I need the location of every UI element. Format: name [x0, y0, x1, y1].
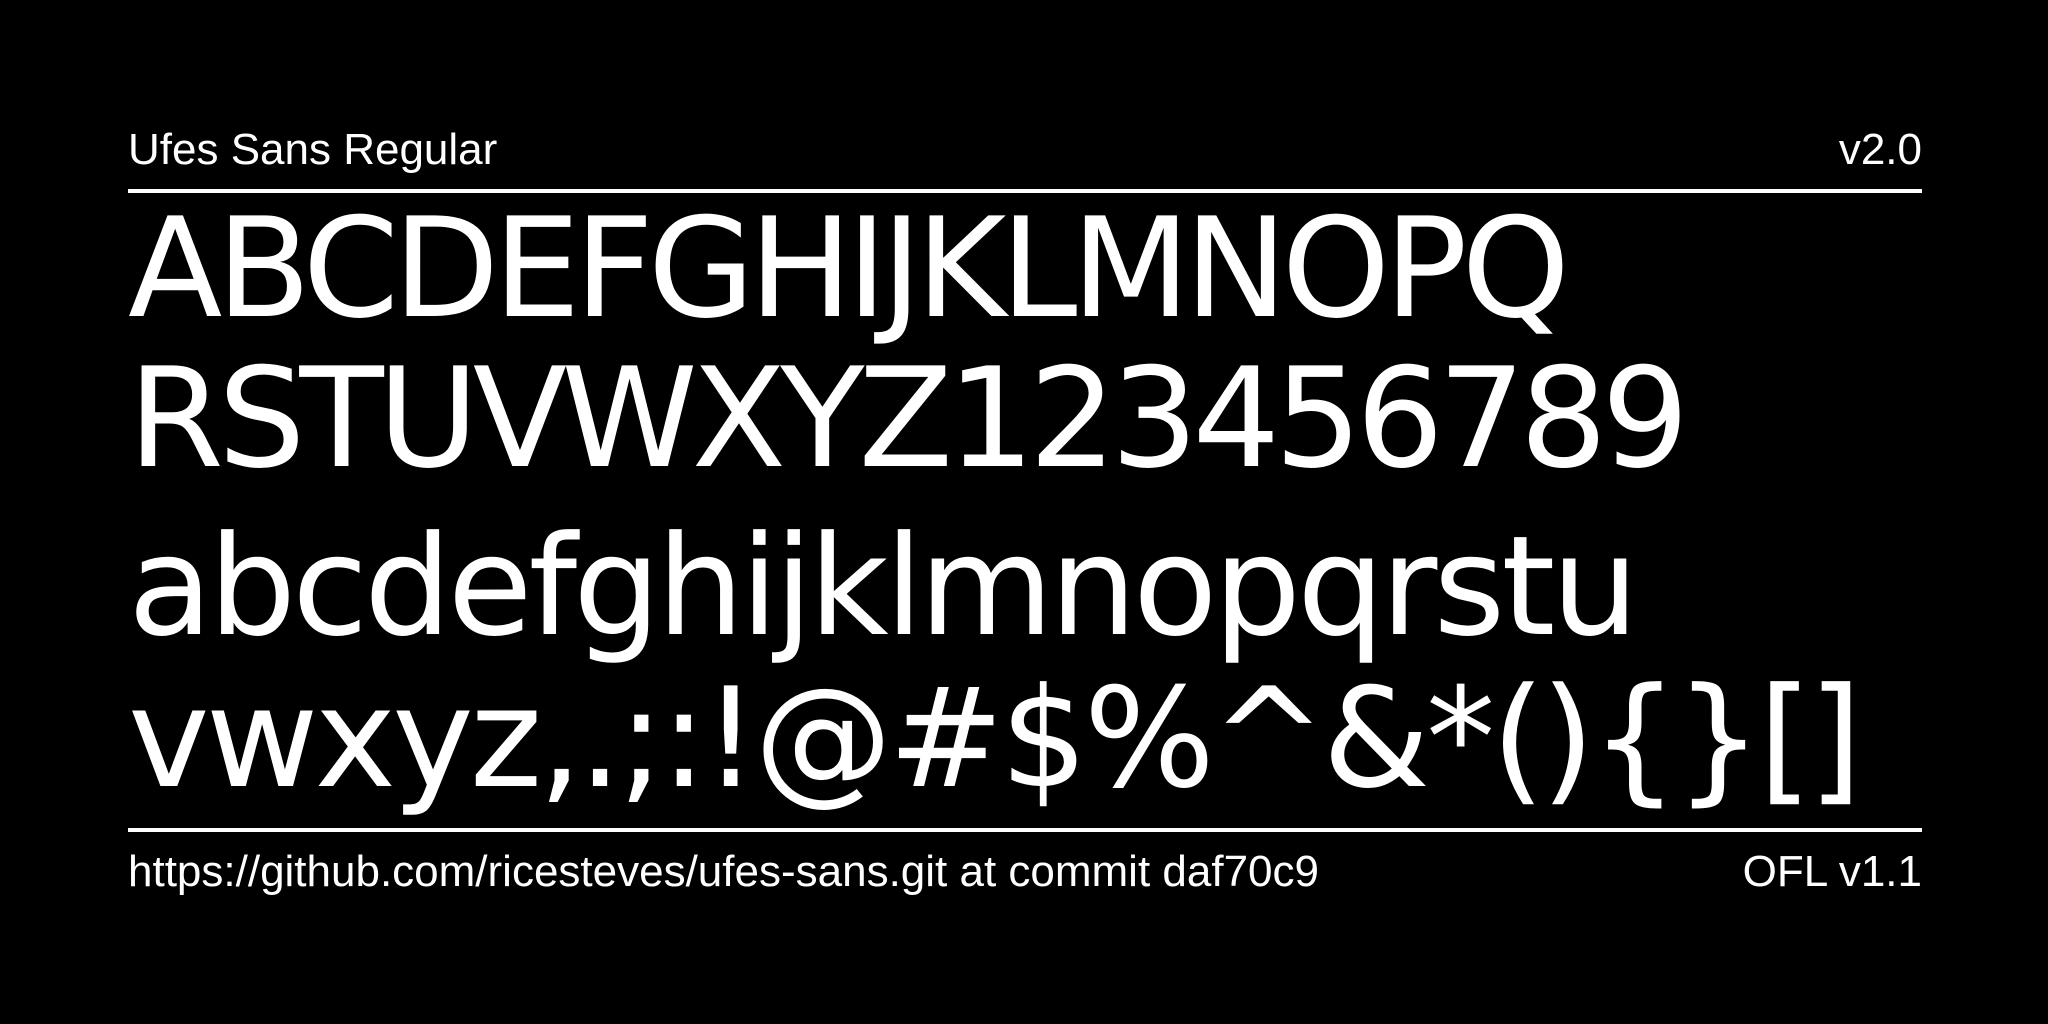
font-specimen-card: Ufes Sans Regular v2.0 ABCDEFGHIJKLMNOPQ… [128, 0, 1922, 1024]
specimen-footer: https://github.com/ricesteves/ufes-sans.… [128, 850, 1922, 910]
license-label: OFL v1.1 [1742, 847, 1922, 896]
specimen-line-uppercase-digits: RSTUVWXYZ123456789 [128, 338, 1689, 499]
glyph-specimen: ABCDEFGHIJKLMNOPQ RSTUVWXYZ123456789 abc… [128, 200, 1922, 822]
specimen-line-lowercase-symbols: vwxyz,.;:!@#$%^&*(){}[] [128, 658, 1862, 819]
bottom-divider [128, 828, 1922, 832]
font-version: v2.0 [1838, 125, 1922, 174]
specimen-line-uppercase-1: ABCDEFGHIJKLMNOPQ [128, 188, 1570, 349]
specimen-line-lowercase: abcdefghijklmnopqrstu [128, 506, 1639, 667]
font-name: Ufes Sans Regular [128, 125, 498, 174]
source-reference: https://github.com/ricesteves/ufes-sans.… [128, 847, 1319, 896]
specimen-header: Ufes Sans Regular v2.0 [128, 112, 1922, 172]
